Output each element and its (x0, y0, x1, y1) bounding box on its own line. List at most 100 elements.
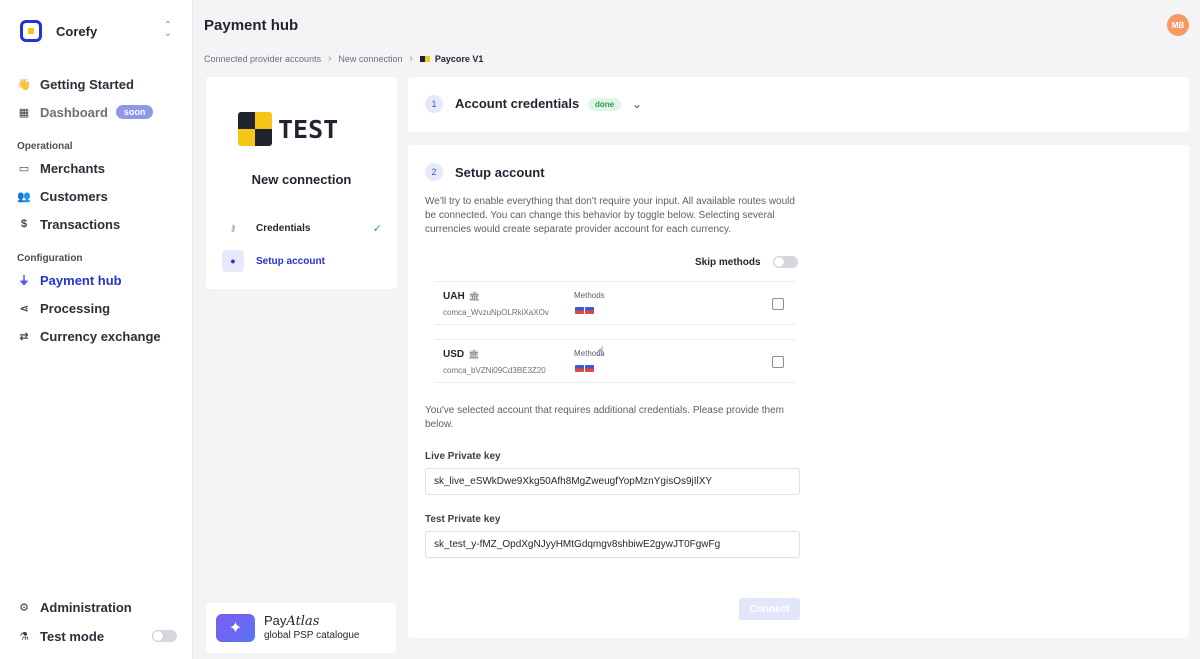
sidebar-item-label: Merchants (40, 160, 106, 176)
route-icon: ⋖ (19, 302, 29, 315)
bank-icon: 🏛 (468, 349, 480, 359)
store-icon: ▭ (18, 162, 30, 175)
breadcrumb: Connected provider accounts › New connec… (204, 53, 483, 64)
users-icon: 👥 (17, 190, 31, 203)
provider-logo: TEST (238, 112, 338, 146)
credentials-note: You've selected account that requires ad… (425, 405, 784, 430)
sidebar-item-label: Processing (40, 300, 111, 316)
account-currency: USD 🏛 (443, 349, 480, 360)
new-connection-title: New connection (251, 172, 352, 187)
skip-methods-label: Skip methods (695, 256, 761, 268)
sidebar-item-payment-hub[interactable]: ⏚ Payment hub (17, 269, 182, 291)
sidebar-item-test-mode: ⚗ Test mode (17, 625, 182, 647)
step-number: 2 (425, 163, 443, 181)
sidebar-item-label: Test mode (40, 628, 105, 644)
sidebar-item-customers[interactable]: 👥 Customers (17, 185, 182, 207)
exchange-icon: ⇄ (19, 330, 29, 343)
sidebar-item-label: Customers (40, 188, 108, 204)
breadcrumb-current: Paycore V1 (419, 54, 483, 64)
sidebar-item-label: Transactions (40, 216, 121, 232)
test-logo-icon (238, 112, 272, 146)
key-icon: ⚷ (229, 222, 237, 233)
sidebar-item-processing[interactable]: ⋖ Processing (17, 297, 182, 319)
methods-label: Methods (574, 291, 605, 300)
brand-name: Corefy (56, 23, 98, 39)
step-setup-account[interactable]: ● Setup account (222, 250, 382, 272)
payatlas-name: PayAtlas (264, 613, 320, 629)
pointer-cursor-icon: ☝ (597, 344, 605, 358)
card-icon (585, 365, 594, 372)
sidebar-item-getting-started[interactable]: 👋 Getting Started (17, 73, 182, 95)
dollar-icon: $ (20, 218, 28, 230)
provider-logo-text: TEST (278, 114, 339, 144)
account-checkbox[interactable] (772, 298, 784, 310)
account-id: comca_WvzuNpOLRkiXaXOv (443, 308, 549, 317)
breadcrumb-new-connection[interactable]: New connection (338, 54, 402, 64)
step-credentials[interactable]: ⚷ Credentials ✓ (222, 217, 382, 239)
setup-description: We'll try to enable everything that don'… (425, 196, 795, 235)
test-private-key-input[interactable] (425, 531, 800, 558)
sidebar-item-label: Administration (40, 599, 132, 615)
account-id: comca_bVZNi09Cd3BE3Z20 (443, 366, 546, 375)
card-icon (575, 307, 584, 314)
setup-icon: ● (222, 250, 244, 272)
page-title: Payment hub (204, 17, 299, 34)
sidebar-item-transactions[interactable]: $ Transactions (17, 213, 182, 235)
sidebar: Corefy ⌃ ⌄ 👋 Getting Started ▦ Dashboard … (0, 0, 193, 659)
payment-methods (575, 307, 595, 314)
account-row[interactable]: USD 🏛 comca_bVZNi09Cd3BE3Z20 Methods (434, 339, 796, 383)
payment-methods (575, 365, 595, 372)
soon-badge: soon (115, 105, 154, 119)
account-checkbox[interactable] (772, 356, 784, 368)
brand-switcher[interactable]: Corefy ⌃ ⌄ (20, 18, 180, 44)
check-icon: ✓ (372, 222, 382, 235)
skip-methods-toggle[interactable] (772, 256, 798, 268)
plug-icon: ⏚ (18, 275, 30, 287)
dashboard-icon: ▦ (18, 106, 30, 119)
provider-card: TEST New connection ⚷ Credentials ✓ ● Se… (206, 77, 397, 289)
skip-methods: Skip methods (695, 256, 798, 268)
section-operational: Operational (17, 141, 73, 152)
wave-hand-icon: 👋 (17, 78, 31, 91)
corefy-logo-icon (20, 20, 42, 42)
gear-icon: ⚙ (19, 601, 29, 614)
sidebar-item-label: Payment hub (40, 272, 122, 288)
step-number: 1 (425, 95, 443, 113)
chevron-right-icon: › (409, 53, 413, 64)
flask-icon: ⚗ (19, 630, 29, 643)
card-icon (585, 307, 594, 314)
bank-icon: 🏛 (468, 291, 481, 301)
payatlas-subtitle: global PSP catalogue (264, 630, 360, 641)
account-credentials-section[interactable]: 1 Account credentials done ⌄ (408, 77, 1189, 132)
sidebar-item-administration[interactable]: ⚙ Administration (17, 596, 182, 618)
live-key-label: Live Private key (425, 451, 501, 462)
step-label: Setup account (256, 255, 325, 267)
sparkle-icon: ✦ (216, 614, 255, 642)
done-badge: done (588, 98, 622, 111)
sidebar-item-dashboard[interactable]: ▦ Dashboard soon (17, 101, 182, 123)
payatlas-catalogue-link[interactable]: ✦ PayAtlas global PSP catalogue (206, 603, 396, 653)
step-label: Credentials (256, 222, 311, 234)
test-mode-toggle[interactable] (152, 630, 177, 642)
section-configuration: Configuration (17, 253, 83, 264)
account-row[interactable]: UAH 🏛 comca_WvzuNpOLRkiXaXOv Methods (434, 281, 796, 325)
setup-account-section: 2 Setup account We'll try to enable ever… (408, 145, 1189, 638)
live-private-key-input[interactable] (425, 468, 800, 495)
sidebar-item-label: Currency exchange (40, 328, 161, 344)
sidebar-item-merchants[interactable]: ▭ Merchants (17, 157, 182, 179)
chevron-updown-icon: ⌃ ⌄ (163, 20, 172, 39)
setup-account-title: Setup account (455, 165, 545, 180)
card-icon (575, 365, 584, 372)
sidebar-item-currency-exchange[interactable]: ⇄ Currency exchange (17, 325, 182, 347)
sidebar-item-label: Dashboard (40, 104, 108, 120)
avatar[interactable]: MB (1167, 14, 1189, 36)
paycore-logo-icon (419, 55, 430, 62)
test-key-label: Test Private key (425, 514, 501, 525)
account-currency: UAH 🏛 (443, 291, 481, 302)
account-credentials-title: Account credentials (455, 96, 580, 111)
sidebar-item-label: Getting Started (40, 76, 134, 92)
breadcrumb-connected-accounts[interactable]: Connected provider accounts (204, 54, 321, 64)
connect-button[interactable]: Connect (739, 598, 800, 620)
chevron-down-icon[interactable]: ⌄ (632, 97, 642, 111)
chevron-right-icon: › (328, 53, 332, 64)
